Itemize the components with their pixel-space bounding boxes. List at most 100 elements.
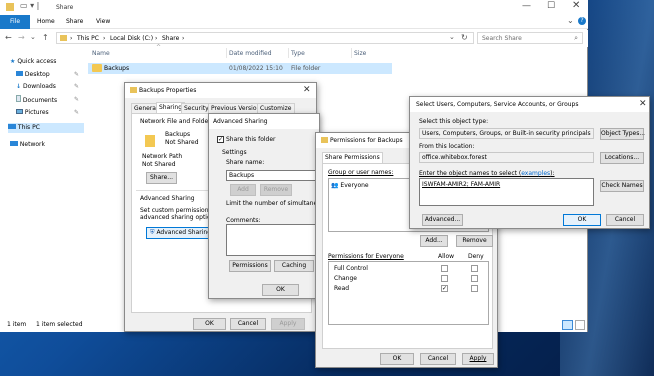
tab-share-permissions[interactable]: Share Permissions — [322, 152, 383, 163]
column-name[interactable]: Name — [92, 50, 110, 58]
folder-name: Backups — [165, 131, 191, 138]
location-field: office.whitebox.forest — [419, 152, 594, 163]
folder-icon — [321, 137, 328, 143]
select-users-dialog: Select Users, Computers, Service Account… — [409, 96, 650, 229]
close-icon[interactable]: ✕ — [303, 83, 311, 98]
breadcrumb-local-disk[interactable]: Local Disk (C:) — [110, 35, 153, 43]
deny-checkbox[interactable] — [471, 285, 478, 292]
tab-share[interactable]: Share — [66, 18, 83, 26]
deny-checkbox[interactable] — [471, 265, 478, 272]
cancel-button[interactable]: Cancel — [420, 353, 456, 365]
share-folder-checkbox[interactable]: ✓ — [217, 136, 224, 143]
nav-label: Downloads — [22, 83, 56, 90]
examples-link[interactable]: examples — [521, 170, 550, 177]
add-button[interactable]: Add — [230, 184, 256, 196]
dialog-title: Select Users, Computers, Service Account… — [416, 101, 579, 108]
permissions-for-label: Permissions for Everyone — [328, 253, 404, 260]
share-name-field[interactable]: Backups — [226, 170, 321, 181]
object-type-label: Select this object type: — [419, 118, 489, 125]
apply-button[interactable]: Apply — [462, 353, 494, 365]
sort-chevron-icon: ^ — [156, 44, 162, 51]
remove-button[interactable]: Remove — [456, 235, 493, 247]
address-bar[interactable]: › This PC › Local Disk (C:) › Share › ⌄ … — [56, 32, 474, 44]
permissions-button[interactable]: Permissions — [229, 260, 271, 272]
object-types-button[interactable]: Object Types... — [600, 128, 645, 140]
nav-quick-access[interactable]: ★ Quick access — [10, 57, 56, 67]
close-icon[interactable]: ✕ — [639, 97, 647, 112]
locations-button[interactable]: Locations... — [600, 152, 644, 164]
deny-checkbox[interactable] — [471, 275, 478, 282]
share-name-label: Share name: — [226, 159, 265, 166]
ok-button[interactable]: OK — [262, 284, 299, 296]
breadcrumb-separator-icon: › — [103, 35, 106, 42]
folder-icon — [92, 64, 102, 72]
forward-arrow-icon[interactable]: → — [18, 33, 25, 42]
ok-button[interactable]: OK — [193, 318, 226, 330]
tab-file[interactable]: File — [0, 15, 30, 29]
dialog-titlebar: Backups Properties ✕ — [125, 83, 316, 98]
search-placeholder: Search Share — [482, 35, 522, 42]
dialog-title: Advanced Sharing — [213, 118, 268, 125]
cancel-button[interactable]: Cancel — [230, 318, 266, 330]
advanced-sharing-button[interactable]: ⛨ Advanced Sharing... — [146, 227, 217, 239]
maximize-icon[interactable]: ☐ — [547, 1, 555, 11]
nav-desktop[interactable]: Desktop ✎ — [16, 70, 79, 80]
column-date-modified[interactable]: Date modified — [229, 50, 272, 58]
breadcrumb-separator-icon: › — [155, 35, 158, 42]
nav-label: Pictures — [24, 109, 49, 116]
quick-access-toolbar-icon[interactable]: ▭ ▾ | — [20, 1, 39, 10]
help-icon[interactable]: ? — [578, 17, 586, 25]
folder-state: Not Shared — [165, 139, 199, 146]
window-title: Share — [56, 4, 74, 11]
details-view-icon[interactable] — [562, 320, 573, 330]
advanced-button[interactable]: Advanced... — [422, 214, 463, 226]
file-date: 01/08/2022 15:10 — [229, 65, 283, 72]
search-box[interactable]: Search Share ⌕ — [477, 32, 583, 44]
chevron-down-icon[interactable]: ⌄ — [567, 16, 574, 25]
ok-button[interactable]: OK — [563, 214, 601, 226]
nav-network[interactable]: Network — [10, 140, 45, 150]
remove-button[interactable]: Remove — [260, 184, 292, 196]
allow-checkbox[interactable] — [441, 265, 448, 272]
nav-downloads[interactable]: ↓ Downloads ✎ — [16, 82, 79, 92]
list-item[interactable]: 👥 Everyone — [331, 181, 369, 190]
close-icon[interactable]: ✕ — [572, 0, 580, 11]
large-icons-view-icon[interactable] — [575, 320, 585, 330]
tab-view[interactable]: View — [96, 18, 110, 26]
recent-chevron-icon[interactable]: ⌄ — [30, 33, 36, 41]
allow-checkbox[interactable]: ✓ — [441, 285, 448, 292]
check-names-button[interactable]: Check Names — [600, 180, 644, 192]
add-button[interactable]: Add... — [420, 235, 448, 247]
address-dropdown-icon[interactable]: ⌄ — [449, 33, 455, 41]
nav-documents[interactable]: Documents ✎ — [16, 95, 79, 105]
ok-button[interactable]: OK — [380, 353, 414, 365]
allow-checkbox[interactable] — [441, 275, 448, 282]
nav-label: Network — [19, 141, 45, 148]
breadcrumb-this-pc[interactable]: This PC — [77, 35, 99, 43]
object-names-label: Enter the object names to select (exampl… — [419, 170, 555, 178]
column-size[interactable]: Size — [354, 50, 366, 58]
group-user-label: Group or user names: — [328, 169, 394, 176]
tab-customize[interactable]: Customize — [257, 103, 295, 113]
comments-field[interactable] — [226, 224, 321, 256]
back-arrow-icon[interactable]: ← — [5, 33, 12, 42]
refresh-icon[interactable]: ↻ — [461, 33, 468, 42]
share-button[interactable]: Share... — [146, 172, 177, 184]
object-names-text: Enter the object names to select ( — [419, 170, 522, 177]
nav-pictures[interactable]: Pictures ✎ — [16, 108, 79, 118]
minimize-icon[interactable]: — — [522, 1, 531, 11]
caching-button[interactable]: Caching — [274, 260, 314, 272]
up-arrow-icon[interactable]: ↑ — [42, 33, 49, 42]
object-names-field[interactable]: ISWFAM-AMIR2; FAM-AMIR — [419, 178, 594, 206]
table-row[interactable]: Backups 01/08/2022 15:10 File folder — [88, 63, 392, 74]
tab-home[interactable]: Home — [37, 18, 55, 26]
cancel-button[interactable]: Cancel — [606, 214, 644, 226]
nav-label: Documents — [22, 97, 58, 104]
dialog-titlebar: Select Users, Computers, Service Account… — [410, 97, 649, 112]
nav-this-pc[interactable]: This PC — [8, 123, 84, 133]
permissions-table: Full Control Change Read ✓ — [328, 261, 489, 325]
apply-button[interactable]: Apply — [271, 318, 305, 330]
pin-icon: ✎ — [74, 83, 80, 90]
breadcrumb-share[interactable]: Share — [162, 35, 179, 43]
column-type[interactable]: Type — [291, 50, 305, 58]
